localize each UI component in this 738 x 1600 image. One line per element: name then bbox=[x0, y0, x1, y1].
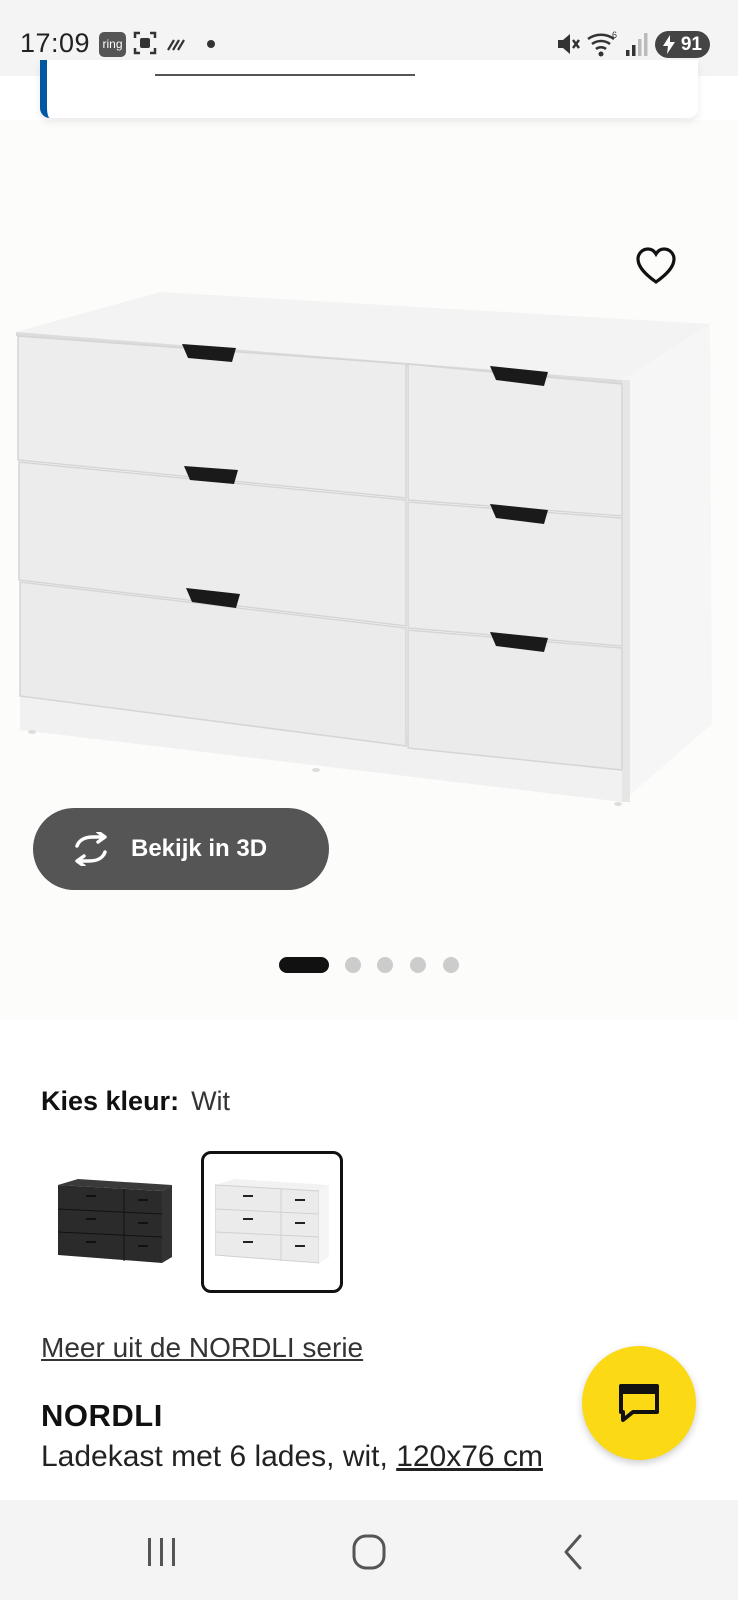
charging-icon bbox=[663, 35, 675, 54]
black-dresser-thumbnail bbox=[58, 1179, 172, 1263]
color-swatch-white[interactable] bbox=[201, 1151, 343, 1293]
carousel-dot-4[interactable] bbox=[410, 957, 426, 973]
header-underline bbox=[155, 74, 415, 76]
battery-level: 91 bbox=[680, 34, 702, 55]
ring-icon: ring bbox=[99, 32, 126, 57]
carousel-dot-1[interactable] bbox=[279, 957, 329, 973]
back-icon[interactable] bbox=[546, 1530, 606, 1574]
recent-apps-icon[interactable] bbox=[132, 1530, 192, 1574]
chat-button[interactable] bbox=[582, 1346, 696, 1460]
link-icon bbox=[167, 39, 185, 51]
home-icon[interactable] bbox=[339, 1530, 399, 1574]
notification-dot bbox=[207, 40, 215, 48]
color-label: Kies kleur: bbox=[41, 1086, 180, 1116]
product-name: NORDLI bbox=[41, 1398, 163, 1433]
carousel-dot-3[interactable] bbox=[377, 957, 393, 973]
white-dresser-thumbnail bbox=[215, 1179, 329, 1264]
signal-icon bbox=[626, 33, 648, 56]
sticky-header-card bbox=[40, 60, 698, 118]
color-selected-value: Wit bbox=[191, 1086, 231, 1116]
color-selector-label: Kies kleur: Wit bbox=[41, 1086, 230, 1117]
view-3d-label: Bekijk in 3D bbox=[131, 835, 268, 862]
product-size-link[interactable]: 120x76 cm bbox=[396, 1440, 543, 1473]
color-swatch-black[interactable] bbox=[44, 1151, 186, 1293]
view-3d-button[interactable]: Bekijk in 3D bbox=[33, 808, 329, 890]
carousel-dot-5[interactable] bbox=[443, 957, 459, 973]
screenshot-icon bbox=[133, 31, 157, 55]
series-link[interactable]: Meer uit de NORDLI serie bbox=[41, 1332, 363, 1364]
chat-icon bbox=[619, 1384, 659, 1422]
battery-icon: 91 bbox=[655, 31, 710, 58]
svg-text:6: 6 bbox=[612, 30, 617, 40]
product-image bbox=[16, 292, 712, 806]
mute-icon bbox=[558, 34, 580, 54]
product-description: Ladekast met 6 lades, wit, 120x76 cm bbox=[41, 1440, 543, 1474]
carousel-indicator bbox=[0, 954, 738, 974]
status-time: 17:09 bbox=[20, 28, 91, 58]
wifi-icon: 6 bbox=[587, 30, 617, 57]
system-navigation-bar bbox=[0, 1500, 738, 1600]
rotate-3d-icon bbox=[75, 832, 107, 866]
product-description-text: Ladekast met 6 lades, wit, bbox=[41, 1440, 397, 1473]
carousel-dot-2[interactable] bbox=[345, 957, 361, 973]
